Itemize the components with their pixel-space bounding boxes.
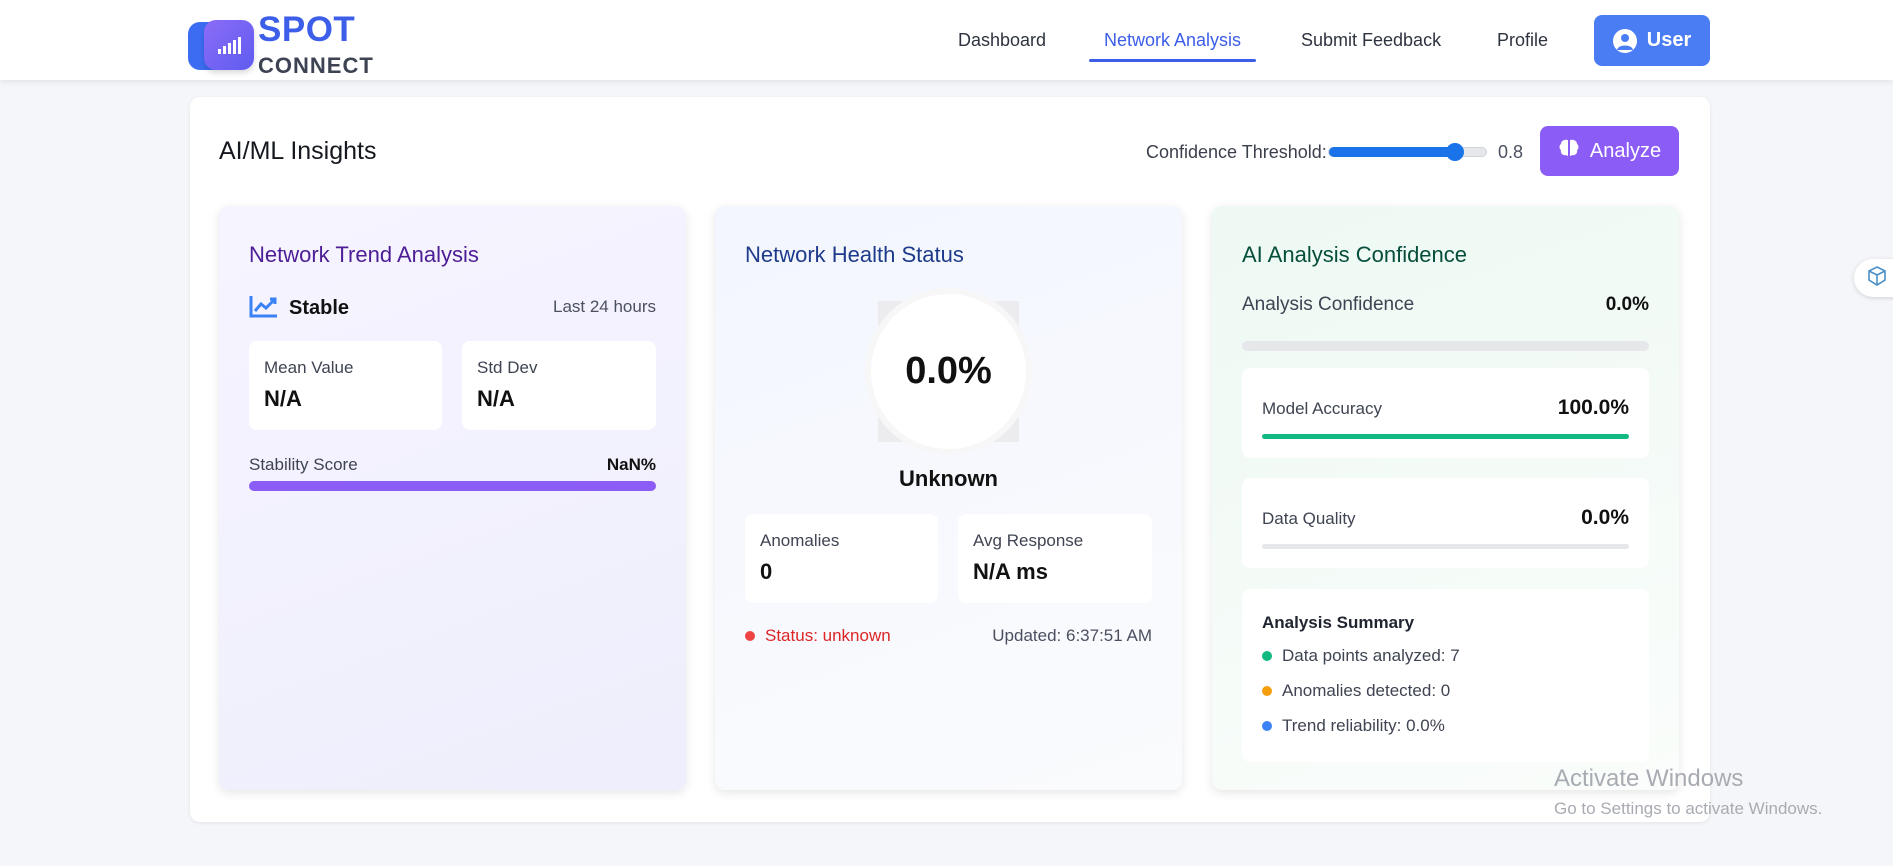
brain-icon — [1558, 138, 1580, 164]
mean-value: N/A — [264, 386, 302, 411]
active-tab-indicator — [1089, 59, 1256, 62]
confidence-threshold-value: 0.8 — [1498, 142, 1524, 162]
brand-line2: CONNECT — [258, 53, 374, 78]
mean-value-label: Mean Value — [264, 358, 354, 377]
ai-confidence-card: AI Analysis Confidence Analysis Confiden… — [1212, 206, 1679, 790]
data-quality-label: Data Quality — [1262, 509, 1356, 528]
brand-line1: SPOT — [258, 10, 356, 49]
user-button-label: User — [1646, 29, 1692, 51]
model-accuracy-fill — [1262, 434, 1629, 439]
summary-item-text: Trend reliability: 0.0% — [1282, 716, 1445, 735]
signal-bars-icon — [204, 19, 254, 70]
summary-item: Trend reliability: 0.0% — [1262, 716, 1445, 736]
floating-side-tab[interactable] — [1854, 259, 1893, 297]
page-title: AI/ML Insights — [219, 137, 377, 165]
confidence-threshold-slider[interactable] — [1328, 143, 1487, 161]
analyze-button[interactable]: Analyze — [1540, 126, 1679, 176]
summary-dot-icon — [1262, 686, 1272, 696]
summary-item-text: Anomalies detected: 0 — [1282, 681, 1451, 700]
top-navbar: SPOT CONNECT Dashboard Network Analysis … — [0, 0, 1893, 80]
anomalies-box: Anomalies 0 — [745, 514, 938, 603]
data-quality-bar — [1262, 544, 1629, 549]
stability-progress-bar — [249, 481, 656, 491]
stability-score-label: Stability Score — [249, 455, 358, 474]
analysis-confidence-label: Analysis Confidence — [1242, 294, 1415, 315]
nav-link-network-analysis[interactable]: Network Analysis — [1104, 30, 1241, 51]
watermark-title: Activate Windows — [1554, 765, 1744, 792]
insights-panel: AI/ML Insights Confidence Threshold: 0.8… — [190, 97, 1710, 822]
status-dot-icon — [745, 631, 755, 641]
user-button[interactable]: User — [1594, 15, 1710, 66]
avg-response-value: N/A ms — [973, 559, 1048, 584]
stability-progress-fill — [249, 481, 656, 491]
trending-chart-icon — [249, 294, 279, 323]
health-card-title: Network Health Status — [745, 242, 964, 267]
std-dev-label: Std Dev — [477, 358, 538, 377]
slider-fill — [1329, 147, 1455, 157]
model-accuracy-value: 100.0% — [1557, 396, 1629, 419]
std-dev-value: N/A — [477, 386, 515, 411]
trend-card-title: Network Trend Analysis — [249, 242, 479, 267]
last-updated: Updated: 6:37:51 AM — [992, 626, 1152, 645]
health-score-gauge: 0.0% — [871, 294, 1026, 449]
summary-item: Data points analyzed: 7 — [1262, 646, 1460, 666]
watermark-subtitle: Go to Settings to activate Windows. — [1554, 799, 1823, 818]
data-quality-value: 0.0% — [1581, 506, 1629, 529]
logo-mark — [188, 18, 256, 72]
user-circle-icon — [1612, 28, 1637, 53]
confidence-card-title: AI Analysis Confidence — [1242, 242, 1468, 267]
anomalies-label: Anomalies — [760, 531, 840, 550]
network-health-card: Network Health Status 0.0% Unknown Anoma… — [715, 206, 1182, 790]
std-dev-box: Std Dev N/A — [462, 341, 656, 430]
trend-status-text: Stable — [289, 297, 350, 319]
health-status-text: Status: unknown — [765, 626, 891, 645]
brand-name: SPOT CONNECT — [258, 12, 374, 77]
stability-score-value: NaN% — [606, 455, 656, 474]
trend-status: Stable — [249, 294, 349, 323]
health-state: Unknown — [899, 466, 998, 491]
slider-thumb[interactable] — [1445, 143, 1464, 161]
model-accuracy-label: Model Accuracy — [1262, 399, 1382, 418]
analysis-confidence-value: 0.0% — [1605, 294, 1649, 315]
anomalies-value: 0 — [760, 559, 773, 584]
mean-value-box: Mean Value N/A — [249, 341, 442, 430]
brand-logo[interactable]: SPOT CONNECT — [188, 12, 374, 77]
analysis-summary-box: Analysis Summary Data points analyzed: 7… — [1242, 589, 1649, 762]
model-accuracy-box: Model Accuracy 100.0% — [1242, 368, 1649, 458]
summary-dot-icon — [1262, 651, 1272, 661]
avg-response-box: Avg Response N/A ms — [958, 514, 1152, 603]
summary-item: Anomalies detected: 0 — [1262, 681, 1450, 701]
analysis-confidence-bar — [1242, 341, 1649, 351]
nav-link-submit-feedback[interactable]: Submit Feedback — [1301, 30, 1441, 51]
network-trend-card: Network Trend Analysis Stable Last 24 ho… — [219, 206, 686, 790]
cube-icon — [1866, 265, 1888, 292]
trend-period: Last 24 hours — [552, 297, 656, 316]
analysis-summary-title: Analysis Summary — [1262, 613, 1415, 632]
summary-item-text: Data points analyzed: 7 — [1282, 646, 1460, 665]
health-status: Status: unknown — [745, 626, 891, 646]
nav-link-profile[interactable]: Profile — [1497, 30, 1548, 51]
windows-activation-watermark: Activate Windows Go to Settings to activ… — [1554, 765, 1822, 819]
summary-dot-icon — [1262, 721, 1272, 731]
data-quality-box: Data Quality 0.0% — [1242, 478, 1649, 568]
confidence-threshold-label: Confidence Threshold: — [1146, 142, 1327, 162]
model-accuracy-bar — [1262, 434, 1629, 439]
avg-response-label: Avg Response — [973, 531, 1084, 550]
analyze-button-label: Analyze — [1589, 139, 1662, 162]
nav-link-dashboard[interactable]: Dashboard — [958, 30, 1046, 51]
